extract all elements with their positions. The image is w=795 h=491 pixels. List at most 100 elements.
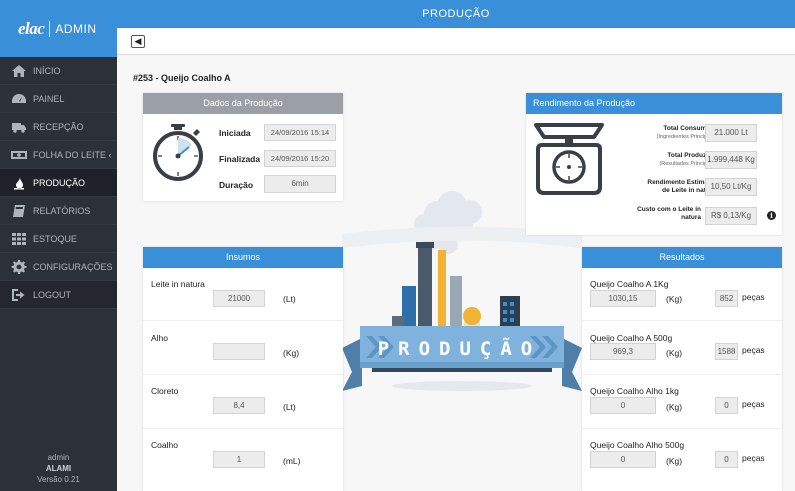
insumo-name: Alho (151, 333, 169, 343)
total-consumido-sub: (Ingredientes Principais) (656, 134, 716, 140)
main-content: #253 - Queijo Coalho A PRODUÇÃO Dados da… (117, 56, 795, 491)
sidebar-item-producao[interactable]: PRODUÇÃO (0, 169, 117, 197)
card-title: Resultados (582, 247, 782, 268)
total-produzido-title: Total Produzido (667, 152, 716, 159)
resultado-pecas-field[interactable]: 852 (715, 290, 738, 307)
page-title: #253 - Queijo Coalho A (133, 73, 231, 83)
sidebar-item-painel[interactable]: PAINEL (0, 85, 117, 113)
resultado-pecas-field[interactable]: 1588 (715, 343, 738, 360)
app-version: Versão 0.21 (37, 475, 80, 484)
iniciada-field[interactable]: 24/09/2016 15:14 (264, 124, 336, 141)
divider (143, 320, 343, 321)
divider (582, 374, 782, 375)
resultado-name: Queijo Coalho A 500g (590, 333, 673, 343)
resultado-unit: (Kg) (666, 294, 683, 304)
sidebar-item-label: ESTOQUE (33, 233, 77, 244)
duracao-field[interactable]: 6min (264, 175, 336, 193)
chevron-left-icon: ◀ (134, 36, 142, 46)
insumo-value-field[interactable]: 21000 (213, 290, 265, 307)
resultado-unit: (Kg) (666, 456, 683, 466)
user-info: admin ALAMI Versão 0.21 (0, 452, 117, 485)
resultado-unit: (Kg) (666, 402, 683, 412)
total-produzido-sub: (Resultados Principais) (659, 161, 716, 167)
insumo-unit: (Kg) (283, 348, 300, 358)
resultado-pecas-field[interactable]: 0 (715, 397, 738, 414)
gear-icon (10, 259, 28, 274)
pecas-label: peças (742, 292, 765, 302)
dados-producao-card: Dados da Produção Iniciada 24/09/2016 15… (143, 93, 343, 201)
rendimento-estimado-line2: de Leite in natura (662, 187, 716, 194)
sidebar-item-recepcao[interactable]: RECEPÇÃO (0, 113, 117, 141)
pecas-label: peças (742, 453, 765, 463)
finalizada-field[interactable]: 24/09/2016 15:20 (264, 150, 336, 167)
resultado-value-field[interactable]: 0 (590, 397, 656, 414)
money-icon (10, 148, 28, 162)
resultado-value-field[interactable]: 969,3 (590, 343, 656, 360)
toolbar: ◀ (117, 28, 795, 55)
custo-label: Custo com o Leite in natura (606, 206, 701, 222)
sidebar-item-label: RECEPÇÃO (33, 121, 84, 132)
insumo-name: Cloreto (151, 386, 179, 396)
sidebar-item-label: PRODUÇÃO (33, 177, 86, 188)
sidebar-item-estoque[interactable]: ESTOQUE (0, 225, 117, 253)
total-produzido-field[interactable]: 1.999,448 Kg (705, 151, 757, 169)
brand-suffix: ADMIN (55, 21, 97, 36)
resultado-name: Queijo Coalho A 1Kg (590, 279, 669, 289)
resultado-name: Queijo Coalho Alho 500g (590, 440, 685, 450)
duracao-label: Duração (219, 180, 254, 190)
sidebar-item-configuracoes[interactable]: CONFIGURAÇÕES (0, 253, 117, 281)
resultado-value-field[interactable]: 0 (590, 451, 656, 468)
finalizada-label: Finalizada (219, 154, 261, 164)
insumo-value-field[interactable]: 8,4 (213, 397, 265, 414)
divider (582, 428, 782, 429)
sidebar-item-label: INÍCIO (33, 65, 61, 76)
pecas-label: peças (742, 399, 765, 409)
info-icon[interactable]: i (767, 211, 776, 220)
sidebar-item-label: RELATÓRIOS (33, 205, 91, 216)
dashboard-icon (10, 92, 28, 106)
rendimento-estimado-label: Rendimento Estimado de Leite in natura (606, 179, 716, 195)
sidebar-item-folha-do-leite[interactable]: FOLHA DO LEITE ‹ (0, 141, 117, 169)
insumo-value-field[interactable]: 1 (213, 451, 265, 468)
scale-icon (534, 123, 604, 195)
sidebar-item-label: PAINEL (33, 93, 65, 104)
resultado-pecas-field[interactable]: 0 (715, 451, 738, 468)
divider (143, 374, 343, 375)
truck-icon (10, 120, 28, 134)
book-icon (10, 204, 28, 218)
total-consumido-field[interactable]: 21.000 Lt (705, 124, 757, 142)
total-consumido-title: Total Consumido (663, 125, 716, 132)
logo-separator (49, 20, 51, 37)
total-consumido-label: Total Consumido (Ingredientes Principais… (606, 125, 716, 141)
back-button[interactable]: ◀ (131, 35, 145, 48)
sidebar-item-logout[interactable]: LOGOUT (0, 281, 117, 309)
custo-line2: natura (681, 214, 701, 221)
custo-field[interactable]: R$ 0,13/Kg (705, 207, 757, 225)
banner-text: PRODUÇÃO (377, 338, 542, 360)
insumos-card: Insumos Leite in natura 21000 (Lt) Alho … (143, 247, 343, 491)
resultado-unit: (Kg) (666, 348, 683, 358)
card-title: Dados da Produção (143, 93, 343, 114)
sidebar-item-label: CONFIGURAÇÕES (33, 261, 113, 272)
resultados-card: Resultados Queijo Coalho A 1Kg 1030,15 (… (582, 247, 782, 491)
card-title: Rendimento da Produção (526, 93, 782, 114)
sidebar-item-inicio[interactable]: INÍCIO (0, 57, 117, 85)
sidebar-item-label: FOLHA DO LEITE ‹ (33, 149, 112, 160)
rendimento-estimado-line1: Rendimento Estimado (647, 179, 716, 186)
sidebar: elac ADMIN INÍCIO PAINEL RECEPÇÃO FOLHA … (0, 0, 117, 491)
insumo-name: Coalho (151, 440, 178, 450)
sidebar-item-label: LOGOUT (33, 289, 72, 300)
sidebar-item-relatorios[interactable]: RELATÓRIOS (0, 197, 117, 225)
insumo-unit: (Lt) (283, 294, 296, 304)
rendimento-estimado-field[interactable]: 10,50 Lt/Kg (705, 178, 757, 196)
page-header: PRODUÇÃO (117, 0, 795, 28)
custo-line1: Custo com o Leite in (637, 206, 701, 213)
user-name: ALAMI (45, 464, 72, 473)
stopwatch-icon (153, 124, 203, 181)
logout-icon (10, 288, 28, 302)
insumo-name: Leite in natura (151, 279, 205, 289)
insumo-unit: (Lt) (283, 402, 296, 412)
insumo-value-field[interactable] (213, 343, 265, 360)
resultado-value-field[interactable]: 1030,15 (590, 290, 656, 307)
logo[interactable]: elac ADMIN (0, 0, 117, 57)
